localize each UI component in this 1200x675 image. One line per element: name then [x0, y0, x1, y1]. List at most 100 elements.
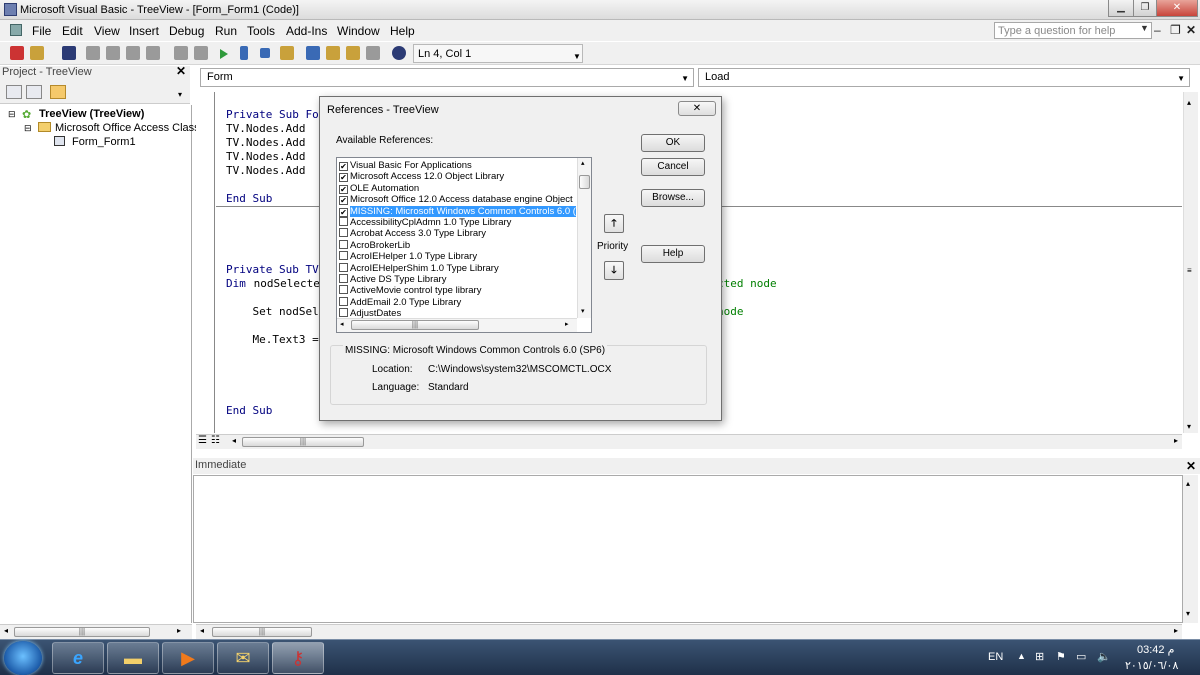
explorer-folder-icon[interactable]: ▬	[107, 642, 159, 674]
browse-button[interactable]: Browse...	[641, 189, 705, 207]
code-vscrollbar[interactable]: ▴ ≡ ▾	[1183, 92, 1198, 433]
checkbox[interactable]: ✔	[339, 162, 348, 171]
reference-item-selected[interactable]: ✔ MISSING: Microsoft Windows Common Contr…	[339, 205, 576, 218]
outlook-icon[interactable]: ✉	[217, 642, 269, 674]
menu-file[interactable]: File	[32, 24, 51, 38]
reference-item[interactable]: AcroBrokerLib	[339, 239, 576, 252]
immediate-pane[interactable]	[193, 475, 1183, 623]
project-toolbar-more-icon[interactable]: ▾	[178, 90, 182, 99]
tree-collapse-icon[interactable]: ⊟	[8, 109, 16, 120]
show-hidden-icons-icon[interactable]: ▲	[1017, 651, 1026, 661]
reference-item[interactable]: ✔ Microsoft Office 12.0 Access database e…	[339, 194, 576, 206]
maximize-button[interactable]: ❐	[1133, 0, 1157, 17]
menu-add-ins[interactable]: Add-Ins	[286, 24, 327, 38]
volume-icon[interactable]: 🔈	[1097, 650, 1111, 663]
menu-insert[interactable]: Insert	[129, 24, 159, 38]
immediate-vscrollbar[interactable]: ▴ ▾	[1183, 475, 1198, 623]
clock-date[interactable]: ٢٠١٥/٠٦/٠٨	[1125, 659, 1178, 672]
windows-flag-icon[interactable]: ⊞	[1035, 650, 1044, 663]
reset-icon[interactable]	[260, 48, 270, 58]
tree-node-class-folder[interactable]: Microsoft Office Access Class C	[55, 122, 211, 134]
mdi-minimize-icon[interactable]: –	[1154, 23, 1161, 37]
menu-edit[interactable]: Edit	[62, 24, 83, 38]
reference-item[interactable]: ✔ Visual Basic For Applications	[339, 160, 576, 172]
tree-node-project[interactable]: TreeView (TreeView)	[39, 108, 144, 120]
start-button[interactable]	[4, 641, 42, 675]
checkbox[interactable]: ✔	[339, 207, 348, 217]
close-button[interactable]: ✕	[1156, 0, 1198, 17]
checkbox[interactable]: ✔	[339, 173, 348, 183]
immediate-close-icon[interactable]: ✕	[1186, 459, 1196, 473]
checkbox[interactable]	[339, 296, 348, 306]
properties-icon[interactable]	[326, 46, 340, 60]
cancel-button[interactable]: Cancel	[641, 158, 705, 176]
save-icon[interactable]	[62, 46, 76, 60]
priority-down-button[interactable]: 🡓	[604, 261, 624, 280]
help-icon[interactable]	[392, 46, 406, 60]
copy-icon[interactable]	[106, 46, 120, 60]
references-hscrollbar[interactable]: ◂ ||| ▸	[337, 318, 577, 332]
checkbox[interactable]	[339, 262, 348, 272]
mdi-close-icon[interactable]: ✕	[1186, 23, 1196, 37]
project-close-icon[interactable]: ✕	[175, 65, 187, 78]
toolbar-options-icon[interactable]: ▼	[573, 52, 581, 61]
redo-icon[interactable]	[194, 46, 208, 60]
full-module-view-icon[interactable]: ☷	[211, 435, 220, 446]
help-dropdown-icon[interactable]: ▼	[1140, 23, 1149, 33]
minimize-button[interactable]: ▁	[1108, 0, 1134, 17]
view-access-icon[interactable]	[10, 46, 24, 60]
mdi-restore-icon[interactable]: ❐	[1170, 23, 1181, 37]
object-combo[interactable]: Form ▼	[200, 68, 694, 87]
reference-item[interactable]: Active DS Type Library	[339, 274, 576, 286]
dialog-close-button[interactable]: ✕	[678, 101, 716, 116]
reference-item[interactable]: ✔ OLE Automation	[339, 183, 576, 195]
clock-time[interactable]: 03:42 م	[1137, 643, 1174, 656]
reference-item[interactable]: AddEmail 2.0 Type Library	[339, 296, 576, 309]
action-center-flag-icon[interactable]: ⚑	[1056, 650, 1066, 663]
project-hscrollbar[interactable]: ◂ ||| ▸	[0, 624, 192, 639]
checkbox[interactable]	[339, 285, 348, 295]
procedure-combo[interactable]: Load ▼	[698, 68, 1190, 87]
internet-explorer-icon[interactable]: e	[52, 642, 104, 674]
object-browser-icon[interactable]	[346, 46, 360, 60]
menu-window[interactable]: Window	[337, 24, 380, 38]
media-player-icon[interactable]: ▶	[162, 642, 214, 674]
menu-tools[interactable]: Tools	[247, 24, 275, 38]
ok-button[interactable]: OK	[641, 134, 705, 152]
menu-view[interactable]: View	[94, 24, 120, 38]
checkbox[interactable]	[339, 217, 348, 226]
checkbox[interactable]: ✔	[339, 196, 348, 206]
paste-icon[interactable]	[126, 46, 140, 60]
menu-help[interactable]: Help	[390, 24, 415, 38]
cut-icon[interactable]	[86, 46, 100, 60]
toolbox-icon[interactable]	[366, 46, 380, 60]
toggle-folders-icon[interactable]	[50, 85, 66, 99]
checkbox[interactable]	[339, 274, 348, 283]
reference-item[interactable]: AccessibilityCplAdmn 1.0 Type Library	[339, 217, 576, 229]
break-icon[interactable]	[240, 46, 248, 60]
checkbox[interactable]	[339, 239, 348, 249]
checkbox[interactable]	[339, 251, 348, 261]
view-code-icon[interactable]	[6, 85, 22, 99]
insert-module-icon[interactable]	[30, 46, 44, 60]
reference-item[interactable]: ActiveMovie control type library	[339, 285, 576, 297]
reference-item[interactable]: AcroIEHelperShim 1.0 Type Library	[339, 262, 576, 275]
access-icon[interactable]: ⚷	[272, 642, 324, 674]
menu-run[interactable]: Run	[215, 24, 237, 38]
language-indicator[interactable]: EN	[988, 651, 1003, 663]
reference-item[interactable]: Acrobat Access 3.0 Type Library	[339, 228, 576, 240]
references-vscrollbar[interactable]: ▴ ▾	[577, 158, 591, 318]
checkbox[interactable]: ✔	[339, 184, 348, 194]
help-search-input[interactable]: Type a question for help	[994, 22, 1152, 39]
view-object-icon[interactable]	[26, 85, 42, 99]
code-hscrollbar[interactable]: ☰ ☷ ◂ ||| ▸	[196, 434, 1182, 449]
immediate-hscrollbar[interactable]: ◂ ||| ▸	[196, 624, 1182, 639]
reference-item[interactable]: ✔ Microsoft Access 12.0 Object Library	[339, 171, 576, 183]
tree-collapse-icon[interactable]: ⊟	[24, 123, 32, 134]
checkbox[interactable]	[339, 228, 348, 238]
help-button[interactable]: Help	[641, 245, 705, 263]
checkbox[interactable]	[339, 308, 348, 318]
design-mode-icon[interactable]	[280, 46, 294, 60]
network-icon[interactable]: ▭	[1076, 650, 1086, 663]
references-list[interactable]: ✔ Visual Basic For Applications ✔ Microsof…	[336, 157, 592, 333]
